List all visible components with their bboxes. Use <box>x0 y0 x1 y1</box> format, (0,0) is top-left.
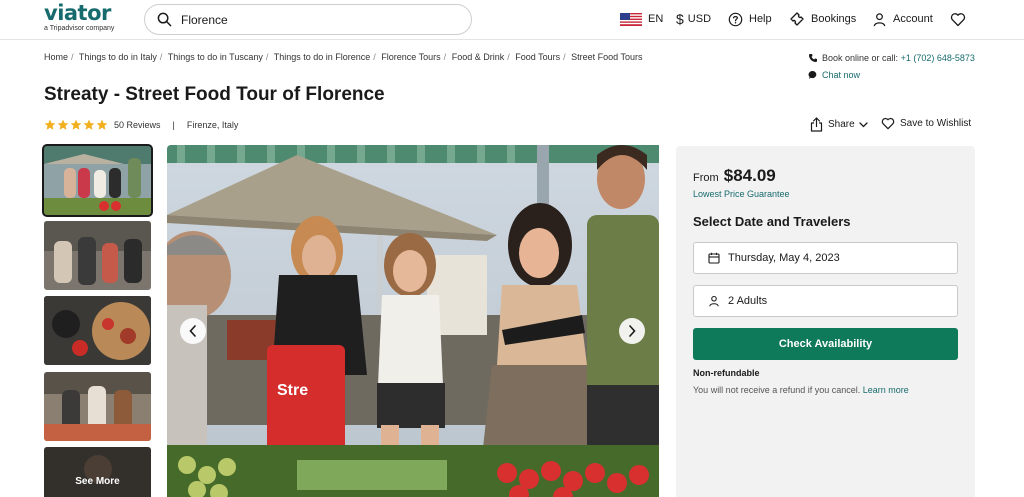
chevron-left-icon <box>189 325 196 337</box>
refund-note-text: You will not receive a refund if you can… <box>693 385 861 395</box>
travelers-picker[interactable]: 2 Adults <box>693 285 958 317</box>
contact-box: Book online or call: +1 (702) 648-5873 C… <box>808 52 975 86</box>
chevron-right-icon <box>629 325 636 337</box>
user-icon <box>872 12 887 27</box>
book-online-label: Book online or call: <box>822 53 899 63</box>
breadcrumb-item[interactable]: Things to do in Tuscany <box>168 52 263 62</box>
star-icon <box>70 119 82 130</box>
breadcrumb-item[interactable]: Street Food Tours <box>571 52 642 62</box>
gallery-thumbnail[interactable] <box>44 372 151 441</box>
lowest-price-guarantee-link[interactable]: Lowest Price Guarantee <box>693 189 790 199</box>
heart-icon <box>881 117 895 130</box>
share-label: Share <box>828 119 855 130</box>
price-row: From $84.09 <box>693 166 776 186</box>
help-label: Help <box>749 13 772 25</box>
us-flag-icon <box>620 12 642 26</box>
svg-text:Stre: Stre <box>277 382 308 399</box>
breadcrumb-item[interactable]: Food & Drink <box>452 52 505 62</box>
breadcrumb-item[interactable]: Home <box>44 52 68 62</box>
currency-selector[interactable]: $ USD <box>676 10 711 28</box>
gallery-thumbnail[interactable] <box>42 144 153 217</box>
save-to-wishlist-button[interactable]: Save to Wishlist <box>881 117 971 130</box>
viator-logo[interactable]: viator a Tripadvisor company <box>44 2 114 33</box>
chat-icon <box>808 70 820 80</box>
top-header: viator a Tripadvisor company EN $ USD <box>0 0 1024 40</box>
non-refundable-label: Non-refundable <box>693 368 760 378</box>
thumbnail-image <box>44 146 151 215</box>
breadcrumb-item[interactable]: Florence Tours <box>381 52 440 62</box>
help-icon <box>728 12 743 27</box>
phone-link[interactable]: +1 (702) 648-5873 <box>901 53 975 63</box>
travelers-value: 2 Adults <box>728 295 768 307</box>
see-more-label: See More <box>75 476 120 487</box>
from-label: From <box>693 172 719 184</box>
divider: | <box>172 120 175 130</box>
refund-note: You will not receive a refund if you can… <box>693 385 909 395</box>
date-value: Thursday, May 4, 2023 <box>728 252 840 264</box>
share-button[interactable]: Share <box>810 117 868 132</box>
ticket-icon <box>789 11 805 27</box>
share-icon <box>810 117 823 132</box>
logo-wordmark: viator <box>44 1 111 25</box>
price-value: $84.09 <box>723 166 776 185</box>
see-more-button[interactable]: See More <box>44 447 151 497</box>
star-rating <box>44 119 108 131</box>
hero-image: Stre <box>167 145 659 497</box>
learn-more-link[interactable]: Learn more <box>863 385 909 395</box>
breadcrumb-separator: / <box>507 52 510 62</box>
star-icon <box>83 119 95 130</box>
gallery-thumbnail[interactable] <box>44 296 151 365</box>
thumbnail-image <box>44 221 151 290</box>
breadcrumb-separator: / <box>71 52 74 62</box>
logo-tagline: a Tripadvisor company <box>44 25 115 32</box>
user-icon <box>708 295 720 307</box>
booking-panel: From $84.09 Lowest Price Guarantee Selec… <box>676 146 975 497</box>
thumbnail-image <box>44 296 151 365</box>
reviews-link[interactable]: 50 Reviews <box>114 120 161 130</box>
language-label: EN <box>648 13 664 25</box>
breadcrumb-separator: / <box>373 52 376 62</box>
search-bar[interactable] <box>144 4 472 35</box>
account-label: Account <box>893 13 933 25</box>
phone-icon <box>808 53 820 63</box>
next-photo-button[interactable] <box>619 318 645 344</box>
breadcrumb-separator: / <box>265 52 269 62</box>
bookings-link[interactable]: Bookings <box>789 10 856 28</box>
breadcrumb-item[interactable]: Things to do in Florence <box>274 52 371 62</box>
wishlist-label: Save to Wishlist <box>900 118 972 129</box>
breadcrumb-separator: / <box>159 52 163 62</box>
previous-photo-button[interactable] <box>180 318 206 344</box>
account-link[interactable]: Account <box>872 10 933 28</box>
star-icon <box>57 119 69 130</box>
language-selector[interactable]: EN <box>620 10 663 28</box>
chat-now-link[interactable]: Chat now <box>822 70 860 80</box>
dollar-icon: $ <box>676 11 684 27</box>
date-picker[interactable]: Thursday, May 4, 2023 <box>693 242 958 274</box>
gallery-thumbnail[interactable] <box>44 221 151 290</box>
calendar-icon <box>708 252 720 264</box>
search-icon <box>157 12 172 27</box>
help-link[interactable]: Help <box>728 10 772 28</box>
star-icon <box>44 119 56 130</box>
breadcrumb-item[interactable]: Food Tours <box>515 52 560 62</box>
check-availability-button[interactable]: Check Availability <box>693 328 958 360</box>
search-input[interactable] <box>181 10 461 30</box>
breadcrumb-item[interactable]: Things to do in Italy <box>79 52 157 62</box>
page-title: Streaty - Street Food Tour of Florence <box>44 84 385 105</box>
breadcrumb-separator: / <box>443 52 447 62</box>
star-icon <box>96 119 108 130</box>
location-label: Firenze, Italy <box>186 120 239 130</box>
main-photo[interactable]: Stre <box>167 145 659 497</box>
select-date-heading: Select Date and Travelers <box>693 214 851 229</box>
breadcrumb-separator: / <box>563 52 566 62</box>
breadcrumb: Home / Things to do in Italy / Things to d… <box>44 52 643 62</box>
thumbnail-image <box>44 447 151 497</box>
chevron-down-icon <box>859 121 868 128</box>
currency-label: USD <box>687 13 712 25</box>
thumbnail-image <box>44 372 151 441</box>
rating-row: 50 Reviews | Firenze, Italy <box>44 119 238 131</box>
bookings-label: Bookings <box>811 13 857 25</box>
wishlist-heart-button[interactable] <box>950 10 972 28</box>
heart-icon <box>950 12 966 27</box>
